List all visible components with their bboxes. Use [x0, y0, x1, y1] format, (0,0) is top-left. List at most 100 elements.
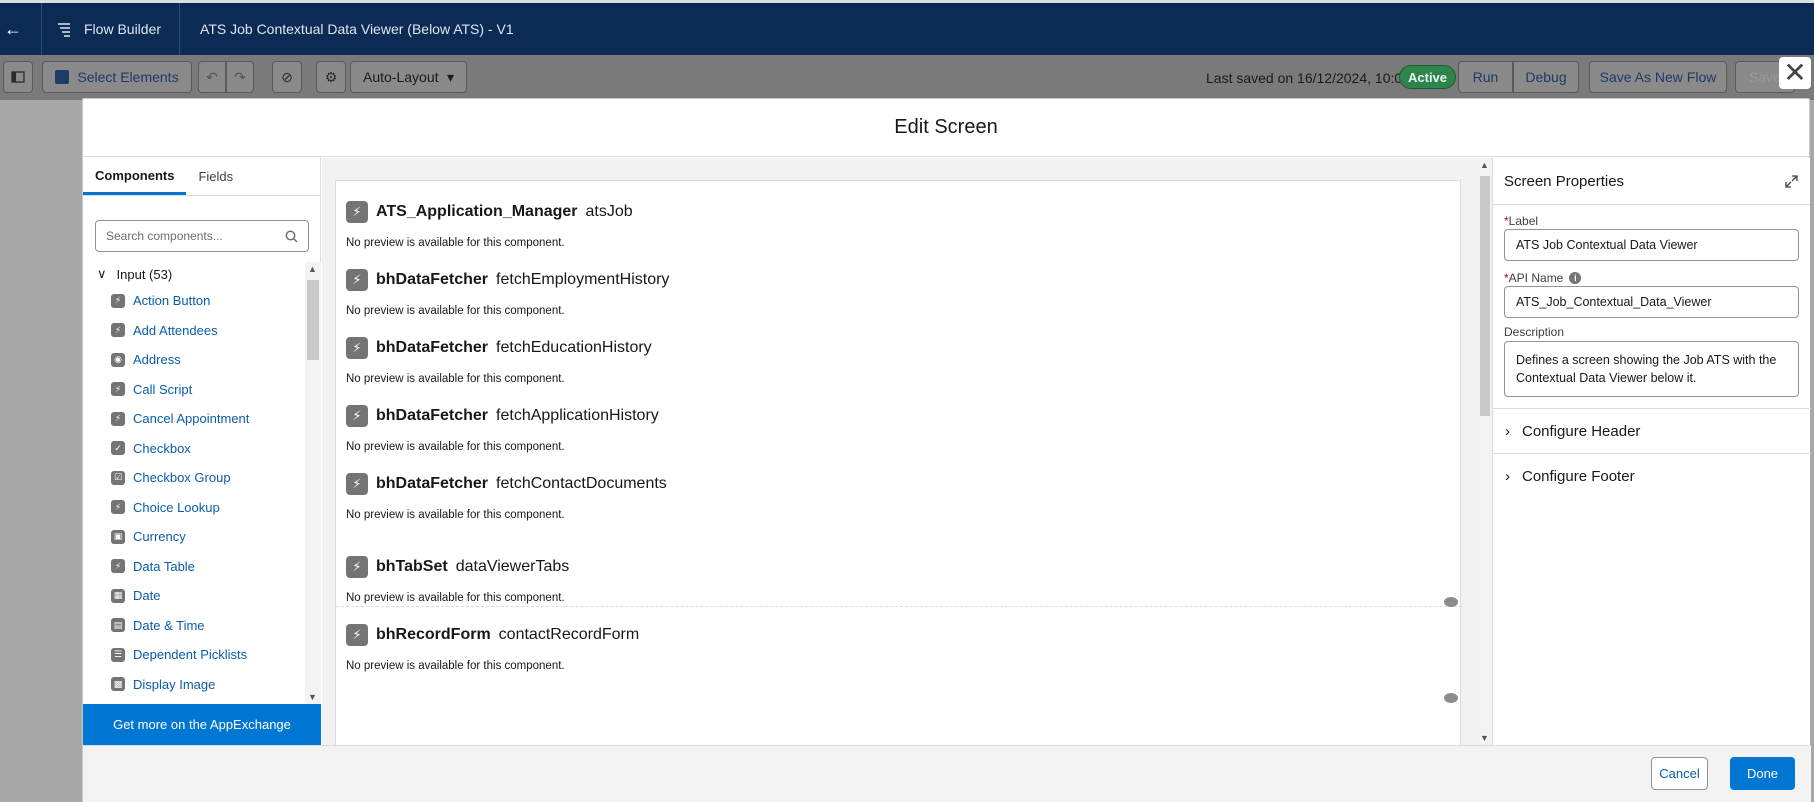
- section-divider: [336, 606, 1462, 607]
- scrollbar-thumb[interactable]: [307, 280, 319, 360]
- flow-builder-icon: [56, 20, 74, 38]
- close-icon[interactable]: ✕: [1779, 57, 1811, 89]
- header-divider: [41, 3, 42, 55]
- palette-item[interactable]: ⚡ Choice Lookup: [83, 493, 305, 523]
- component-api-name: dataViewerTabs: [455, 558, 570, 575]
- bolt-icon: ⚡: [111, 411, 125, 426]
- api-name-input[interactable]: ATS_Job_Contextual_Data_Viewer: [1504, 286, 1799, 318]
- component-title-row: ⚡ bhDataFetcher fetchEducationHistory: [346, 337, 652, 359]
- bolt-icon: ⚡: [346, 556, 368, 578]
- description-textarea[interactable]: Defines a screen showing the Job ATS wit…: [1504, 341, 1799, 397]
- bolt-icon: ⚡: [111, 323, 125, 338]
- redo-icon: ↷: [234, 68, 246, 85]
- component-api-name: atsJob: [585, 203, 633, 220]
- screen-canvas: ⚡ ATS_Application_Manager atsJob No preview…: [322, 158, 1492, 745]
- palette-item[interactable]: ▣ Currency: [83, 522, 305, 552]
- debug-button[interactable]: Debug: [1513, 61, 1579, 93]
- palette-item[interactable]: ⚡ Action Button: [83, 286, 305, 316]
- palette-tabs: Components Fields: [83, 158, 320, 196]
- tab-fields[interactable]: Fields: [186, 158, 245, 195]
- palette-item[interactable]: ▩ Display Image: [83, 670, 305, 700]
- configure-footer-section[interactable]: › Configure Footer: [1493, 453, 1811, 498]
- palette-item-label: Action Button: [133, 293, 211, 309]
- currency-icon: ▣: [111, 529, 125, 544]
- palette-item[interactable]: ⚡ Add Attendees: [83, 316, 305, 346]
- configure-header-section[interactable]: › Configure Header: [1493, 408, 1811, 453]
- errors-button[interactable]: ⊘: [272, 61, 302, 93]
- eye-icon[interactable]: [1444, 597, 1458, 607]
- no-preview-text: No preview is available for this compone…: [346, 373, 565, 385]
- appexchange-link[interactable]: Get more on the AppExchange: [83, 704, 321, 745]
- palette-scrollbar[interactable]: ▲ ▼: [305, 262, 321, 704]
- info-icon[interactable]: i: [1569, 272, 1582, 284]
- canvas-scrollbar[interactable]: ▲ ▼: [1477, 158, 1492, 745]
- flow-name: ATS Job Contextual Data Viewer (Below AT…: [200, 21, 514, 37]
- search-input[interactable]: Search components...: [95, 220, 309, 252]
- scrollbar-thumb[interactable]: [1480, 176, 1490, 416]
- palette-item[interactable]: ☑ Checkbox Group: [83, 463, 305, 493]
- label-field-label: *Label: [1504, 214, 1539, 228]
- chevron-up-icon[interactable]: ▲: [1480, 160, 1489, 170]
- chevron-down-icon: ∨: [97, 266, 107, 281]
- chevron-down-icon[interactable]: ▼: [308, 692, 317, 702]
- select-icon: [55, 70, 70, 84]
- component-name: bhDataFetcher: [376, 339, 489, 356]
- palette-item-label: Currency: [133, 529, 186, 545]
- back-arrow-icon[interactable]: ←: [3, 3, 23, 55]
- done-button[interactable]: Done: [1730, 757, 1795, 790]
- palette-item-label: Checkbox Group: [133, 470, 231, 486]
- status-badge: Active: [1399, 65, 1457, 89]
- palette-item-label: Add Attendees: [133, 322, 218, 338]
- palette-item-label: Date & Time: [133, 617, 205, 633]
- no-preview-text: No preview is available for this compone…: [346, 509, 565, 521]
- group-label: Input (53): [116, 266, 173, 282]
- component-name: bhDataFetcher: [376, 475, 489, 492]
- image-icon: ▩: [111, 677, 125, 692]
- component-title-row: ⚡ bhDataFetcher fetchEmploymentHistory: [346, 269, 669, 291]
- component-title-row: ⚡ bhTabSet dataViewerTabs: [346, 556, 569, 578]
- bolt-icon: ⚡: [346, 201, 368, 223]
- run-button[interactable]: Run: [1458, 61, 1513, 93]
- palette-item[interactable]: ⚡ Data Table: [83, 552, 305, 582]
- redo-button[interactable]: ↷: [226, 61, 254, 93]
- last-saved-text: Last saved on 16/12/2024, 10:01: [1206, 70, 1410, 86]
- group-input[interactable]: ∨ Input (53): [83, 262, 305, 286]
- save-as-new-flow-button[interactable]: Save As New Flow: [1589, 61, 1727, 93]
- component-name: bhTabSet: [376, 558, 448, 575]
- palette-item-label: Data Table: [133, 558, 195, 574]
- select-elements-button[interactable]: Select Elements: [42, 61, 192, 93]
- cancel-button[interactable]: Cancel: [1651, 757, 1708, 790]
- palette-item[interactable]: ☰ Dependent Picklists: [83, 640, 305, 670]
- chevron-right-icon: ›: [1505, 422, 1510, 440]
- label-input[interactable]: ATS Job Contextual Data Viewer: [1504, 229, 1799, 261]
- component-title-row: ⚡ bhDataFetcher fetchApplicationHistory: [346, 405, 659, 427]
- chevron-down-icon[interactable]: ▼: [1480, 733, 1489, 743]
- properties-title: Screen Properties: [1504, 172, 1625, 190]
- tab-components[interactable]: Components: [83, 158, 187, 195]
- palette-item[interactable]: ▦ Date: [83, 581, 305, 611]
- palette-item[interactable]: ⚡ Call Script: [83, 375, 305, 405]
- palette-item[interactable]: ⚡ Cancel Appointment: [83, 404, 305, 434]
- undo-button[interactable]: ↶: [198, 61, 226, 93]
- palette-item[interactable]: ▤ Date & Time: [83, 611, 305, 641]
- chevron-down-icon: ▾: [446, 68, 454, 85]
- chevron-right-icon: ›: [1505, 467, 1510, 485]
- settings-button[interactable]: ⚙: [316, 61, 346, 93]
- modal-footer: Cancel Done: [83, 745, 1811, 802]
- layout-mode-label: Auto-Layout: [363, 69, 439, 85]
- bolt-icon: ⚡: [346, 337, 368, 359]
- chevron-up-icon[interactable]: ▲: [308, 264, 317, 274]
- description-field-label: Description: [1504, 325, 1565, 339]
- no-preview-text: No preview is available for this compone…: [346, 237, 565, 249]
- palette-item[interactable]: ◉ Address: [83, 345, 305, 375]
- toggle-panel-button[interactable]: [3, 61, 33, 93]
- eye-icon[interactable]: [1444, 693, 1458, 703]
- component-title-row: ⚡ ATS_Application_Manager atsJob: [346, 201, 633, 223]
- layout-mode-dropdown[interactable]: Auto-Layout ▾: [350, 61, 467, 93]
- bolt-icon: ⚡: [111, 500, 125, 515]
- palette-item[interactable]: ✓ Checkbox: [83, 434, 305, 464]
- palette-item-label: Call Script: [133, 381, 193, 397]
- component-name: bhDataFetcher: [376, 407, 489, 424]
- screen-card: ⚡ ATS_Application_Manager atsJob No preview…: [335, 180, 1462, 745]
- no-preview-text: No preview is available for this compone…: [346, 305, 565, 317]
